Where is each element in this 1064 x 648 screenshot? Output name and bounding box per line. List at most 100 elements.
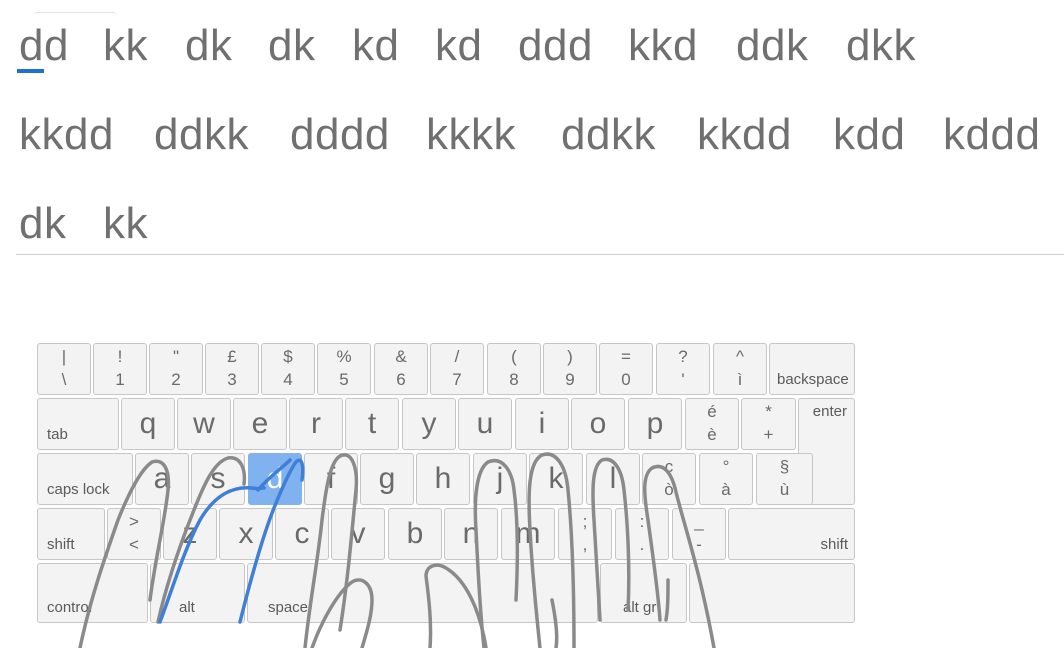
key-caps-lock[interactable]: caps lock <box>37 453 133 505</box>
key-shift-left[interactable]: shift <box>37 508 105 560</box>
key-base-char: . <box>639 535 645 554</box>
key-u[interactable]: u <box>458 398 512 450</box>
key-f[interactable]: f <box>304 453 358 505</box>
key-char: g <box>378 462 396 495</box>
key-u-grave[interactable]: § ù <box>756 453 813 505</box>
key-shift-char: ^ <box>736 347 744 366</box>
key-less-than[interactable]: > < <box>107 508 161 560</box>
key-shift-right[interactable]: shift <box>728 508 855 560</box>
key-space[interactable]: space <box>247 563 598 623</box>
key-comma[interactable]: ; , <box>558 508 612 560</box>
key-d[interactable]: d <box>248 453 302 505</box>
key-m[interactable]: m <box>501 508 555 560</box>
key-backspace[interactable]: backspace <box>769 343 855 395</box>
key-char: b <box>406 517 424 550</box>
key-base-char: 1 <box>115 370 125 389</box>
lesson-word: kd <box>352 21 400 70</box>
key-label: tab <box>47 426 68 443</box>
key-q[interactable]: q <box>121 398 175 450</box>
typing-lesson-page: dd kk dk dk kd kd ddd kkd ddk dkk kkdd d… <box>0 0 1064 648</box>
key-char: v <box>350 517 366 550</box>
key-apostrophe[interactable]: ? ' <box>656 343 710 395</box>
key-shift-char: / <box>454 347 460 366</box>
key-shift-char: * <box>765 402 772 421</box>
lesson-word: dk <box>185 21 233 70</box>
key-w[interactable]: w <box>177 398 231 450</box>
key-h[interactable]: h <box>416 453 470 505</box>
key-char: h <box>434 462 452 495</box>
key-char: l <box>609 462 617 495</box>
key-g[interactable]: g <box>360 453 414 505</box>
key-char: q <box>139 407 157 440</box>
key-char: r <box>311 407 321 440</box>
key-5[interactable]: % 5 <box>317 343 371 395</box>
key-shift-char: ( <box>511 347 517 366</box>
lesson-word: dkk <box>846 21 916 70</box>
key-shift-char: ° <box>722 457 730 476</box>
key-label: control <box>47 599 93 616</box>
key-tab[interactable]: tab <box>37 398 119 450</box>
key-shift-char: $ <box>283 347 293 366</box>
key-i-grave[interactable]: ^ ì <box>713 343 767 395</box>
key-k[interactable]: k <box>529 453 583 505</box>
key-i[interactable]: i <box>515 398 569 450</box>
key-e-grave[interactable]: é è <box>685 398 739 450</box>
key-j[interactable]: j <box>473 453 527 505</box>
key-c[interactable]: c <box>275 508 329 560</box>
key-v[interactable]: v <box>331 508 385 560</box>
key-control-right[interactable] <box>689 563 855 623</box>
key-a-grave[interactable]: ° à <box>699 453 753 505</box>
key-y[interactable]: y <box>402 398 456 450</box>
key-control[interactable]: control <box>37 563 148 623</box>
key-7[interactable]: / 7 <box>430 343 484 395</box>
key-char: x <box>238 517 254 550</box>
key-backslash[interactable]: | \ <box>37 343 91 395</box>
key-shift-char: ç <box>664 457 674 476</box>
key-s[interactable]: s <box>191 453 245 505</box>
key-shift-char: " <box>172 347 180 366</box>
key-char: a <box>153 462 171 495</box>
lesson-text-area[interactable]: dd kk dk dk kd kd ddd kkd ddk dkk kkdd d… <box>16 0 1064 255</box>
key-shift-char: > <box>129 512 139 531</box>
typing-cursor <box>17 69 44 73</box>
key-0[interactable]: = 0 <box>599 343 653 395</box>
key-t[interactable]: t <box>345 398 399 450</box>
key-char: u <box>476 407 494 440</box>
key-4[interactable]: $ 4 <box>261 343 315 395</box>
key-char: z <box>182 517 198 550</box>
key-r[interactable]: r <box>289 398 343 450</box>
key-z[interactable]: z <box>163 508 217 560</box>
key-9[interactable]: ) 9 <box>543 343 597 395</box>
key-l[interactable]: l <box>586 453 640 505</box>
key-8[interactable]: ( 8 <box>487 343 541 395</box>
key-o[interactable]: o <box>571 398 625 450</box>
key-x[interactable]: x <box>219 508 273 560</box>
lesson-word: kkkk <box>426 110 516 159</box>
key-o-grave[interactable]: ç ò <box>642 453 696 505</box>
key-b[interactable]: b <box>388 508 442 560</box>
key-6[interactable]: & 6 <box>374 343 428 395</box>
key-p[interactable]: p <box>628 398 682 450</box>
key-2[interactable]: " 2 <box>149 343 203 395</box>
key-period[interactable]: : . <box>615 508 669 560</box>
lesson-word: kd <box>435 21 483 70</box>
lesson-word: ddd <box>518 21 593 70</box>
key-shift-char: é <box>707 402 717 421</box>
key-n[interactable]: n <box>444 508 498 560</box>
key-1[interactable]: ! 1 <box>93 343 147 395</box>
key-char: c <box>294 517 310 550</box>
key-shift-char: ? <box>678 347 688 366</box>
key-a[interactable]: a <box>135 453 189 505</box>
key-shift-char: _ <box>694 512 704 531</box>
lesson-word: kkd <box>628 21 698 70</box>
key-e[interactable]: e <box>233 398 287 450</box>
key-char: f <box>326 462 336 495</box>
key-alt[interactable]: alt <box>150 563 245 623</box>
key-alt-gr[interactable]: alt gr <box>600 563 687 623</box>
key-minus[interactable]: _ - <box>672 508 726 560</box>
lesson-word: ddkk <box>561 110 656 159</box>
key-plus[interactable]: * + <box>741 398 796 450</box>
key-3[interactable]: £ 3 <box>205 343 259 395</box>
key-label: alt gr <box>623 599 657 616</box>
key-char: m <box>515 517 541 550</box>
